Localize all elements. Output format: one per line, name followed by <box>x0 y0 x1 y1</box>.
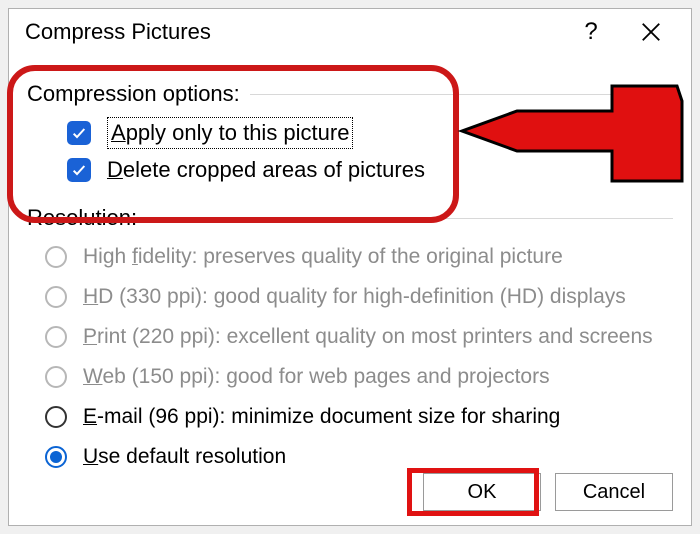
radio-email[interactable]: E-mail (96 ppi): minimize document size … <box>45 399 673 435</box>
delete-cropped-checkbox[interactable] <box>67 158 91 182</box>
radio-icon[interactable] <box>45 406 67 428</box>
web-label: Web (150 ppi): good for web pages and pr… <box>83 359 550 395</box>
apply-only-label: Apply only to this picture <box>107 117 353 149</box>
titlebar: Compress Pictures ? <box>9 9 691 55</box>
apply-only-option[interactable]: Apply only to this picture <box>67 117 673 149</box>
use-default-label: Use default resolution <box>83 439 286 475</box>
print-label: Print (220 ppi): excellent quality on mo… <box>83 319 653 355</box>
resolution-group: High fidelity: preserves quality of the … <box>27 239 673 475</box>
compress-pictures-dialog: Compress Pictures ? Compression options:… <box>8 8 692 526</box>
ok-button[interactable]: OK <box>423 473 541 511</box>
check-icon <box>71 162 87 178</box>
button-bar: OK Cancel <box>423 473 673 511</box>
delete-cropped-option[interactable]: Delete cropped areas of pictures <box>67 157 673 183</box>
radio-icon <box>45 326 67 348</box>
resolution-label: Resolution: <box>27 205 673 231</box>
apply-only-checkbox[interactable] <box>67 121 91 145</box>
hd-label: HD (330 ppi): good quality for high-defi… <box>83 279 626 315</box>
dialog-title: Compress Pictures <box>25 19 561 45</box>
radio-high-fidelity: High fidelity: preserves quality of the … <box>45 239 673 275</box>
radio-hd: HD (330 ppi): good quality for high-defi… <box>45 279 673 315</box>
radio-icon <box>45 246 67 268</box>
radio-icon <box>45 366 67 388</box>
cancel-button[interactable]: Cancel <box>555 473 673 511</box>
radio-use-default[interactable]: Use default resolution <box>45 439 673 475</box>
email-label: E-mail (96 ppi): minimize document size … <box>83 399 560 435</box>
close-icon <box>640 21 662 43</box>
radio-web: Web (150 ppi): good for web pages and pr… <box>45 359 673 395</box>
help-button[interactable]: ? <box>561 9 621 55</box>
close-button[interactable] <box>621 9 681 55</box>
delete-cropped-label: Delete cropped areas of pictures <box>107 157 425 183</box>
dialog-content: Compression options: Apply only to this … <box>9 55 691 475</box>
radio-icon[interactable] <box>45 446 67 468</box>
radio-print: Print (220 ppi): excellent quality on mo… <box>45 319 673 355</box>
check-icon <box>71 125 87 141</box>
compression-options-label: Compression options: <box>27 81 673 107</box>
compression-options-group: Apply only to this picture Delete croppe… <box>27 117 673 183</box>
radio-icon <box>45 286 67 308</box>
high-fidelity-label: High fidelity: preserves quality of the … <box>83 239 563 275</box>
